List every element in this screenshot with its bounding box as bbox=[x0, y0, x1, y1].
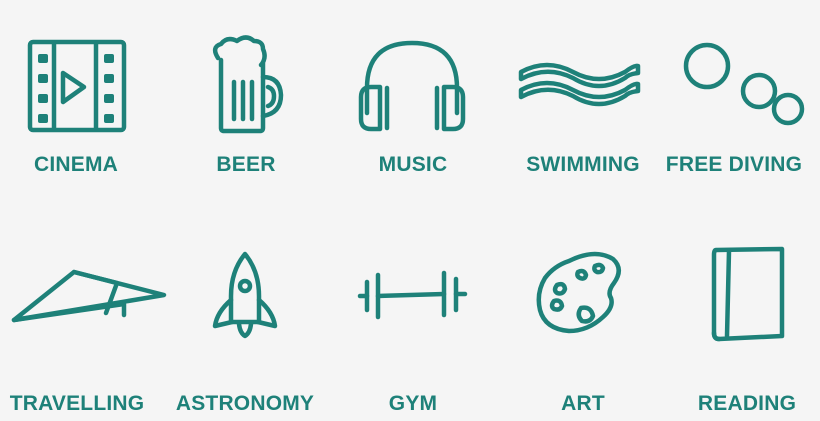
interest-label-swimming: SWIMMING bbox=[526, 153, 640, 176]
headphones-icon bbox=[327, 10, 497, 132]
interest-swimming: SWIMMING bbox=[497, 10, 667, 190]
interest-label-beer: BEER bbox=[216, 153, 276, 176]
interest-art: ART bbox=[497, 228, 667, 415]
interest-label-free-diving: FREE DIVING bbox=[665, 153, 803, 176]
interest-music: MUSIC bbox=[327, 10, 497, 190]
beer-mug-icon bbox=[160, 10, 330, 134]
paper-plane-icon bbox=[0, 228, 170, 338]
interest-astronomy: ASTRONOMY bbox=[160, 228, 330, 415]
interest-gym: GYM bbox=[327, 228, 497, 415]
film-strip-play-icon bbox=[0, 10, 170, 133]
bubbles-icon bbox=[661, 10, 820, 126]
book-icon bbox=[661, 228, 820, 342]
interest-label-art: ART bbox=[561, 392, 605, 415]
interest-label-gym: GYM bbox=[388, 392, 438, 415]
interest-label-astronomy: ASTRONOMY bbox=[175, 392, 315, 415]
interests-grid: CINEMA BEER MUSIC SWIMMING FREE DIVING T… bbox=[0, 0, 820, 421]
interest-cinema: CINEMA bbox=[0, 10, 170, 190]
interest-label-music: MUSIC bbox=[378, 153, 448, 176]
interest-reading: READING bbox=[661, 228, 820, 415]
interest-free-diving: FREE DIVING bbox=[661, 10, 820, 190]
rocket-icon bbox=[160, 228, 330, 339]
dumbbell-icon bbox=[327, 228, 497, 338]
interest-label-reading: READING bbox=[697, 392, 797, 415]
waves-icon bbox=[497, 10, 667, 120]
interest-label-travelling: TRAVELLING bbox=[9, 392, 145, 415]
interest-label-cinema: CINEMA bbox=[33, 153, 119, 176]
paint-palette-icon bbox=[497, 228, 667, 338]
interest-travelling: TRAVELLING bbox=[0, 228, 170, 415]
interest-beer: BEER bbox=[160, 10, 330, 190]
